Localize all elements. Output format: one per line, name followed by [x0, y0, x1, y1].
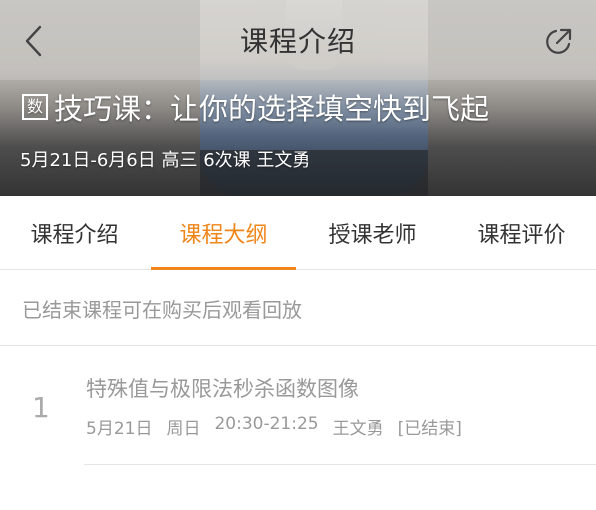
lesson-teacher: 王文勇 [332, 419, 384, 439]
lesson-meta: 5月21日 周日 20:30-21:25 王文勇 [已结束] [86, 414, 462, 439]
tab-course-reviews[interactable]: 课程评价 [447, 196, 596, 269]
share-button[interactable] [542, 26, 574, 58]
course-title-text: 技巧课：让你的选择填空快到飞起 [54, 92, 490, 126]
tab-course-outline[interactable]: 课程大纲 [149, 196, 298, 270]
tab-teachers[interactable]: 授课老师 [298, 196, 447, 269]
tab-course-intro[interactable]: 课程介绍 [0, 196, 149, 269]
course-title: 数 技巧课：让你的选择填空快到飞起 [22, 86, 586, 128]
page-title: 课程介绍 [239, 25, 356, 58]
lesson-divider [84, 464, 596, 465]
lesson-status: [已结束] [397, 419, 462, 439]
course-meta: 5月21日-6月6日 高三 6次课 王文勇 [20, 150, 311, 171]
lesson-index: 1 [32, 391, 50, 424]
course-hero: 课程介绍 数 技巧课：让你的选择填空快到飞起 5月21日-6月6日 高三 6次课… [0, 0, 596, 196]
lesson-time: 20:30-21:25 [214, 414, 319, 434]
lesson-item[interactable]: 1 特殊值与极限法秒杀函数图像 5月21日 周日 20:30-21:25 王文勇… [0, 347, 596, 465]
replay-notice: 已结束课程可在购买后观看回放 [0, 271, 596, 346]
lesson-date: 5月21日 [86, 419, 153, 439]
lesson-title: 特殊值与极限法秒杀函数图像 [86, 377, 359, 401]
lesson-weekday: 周日 [166, 419, 201, 439]
top-navbar: 课程介绍 [0, 0, 596, 80]
share-icon [546, 28, 572, 54]
subject-badge: 数 [22, 94, 48, 120]
tab-bar: 课程介绍 课程大纲 授课老师 课程评价 [0, 196, 596, 270]
